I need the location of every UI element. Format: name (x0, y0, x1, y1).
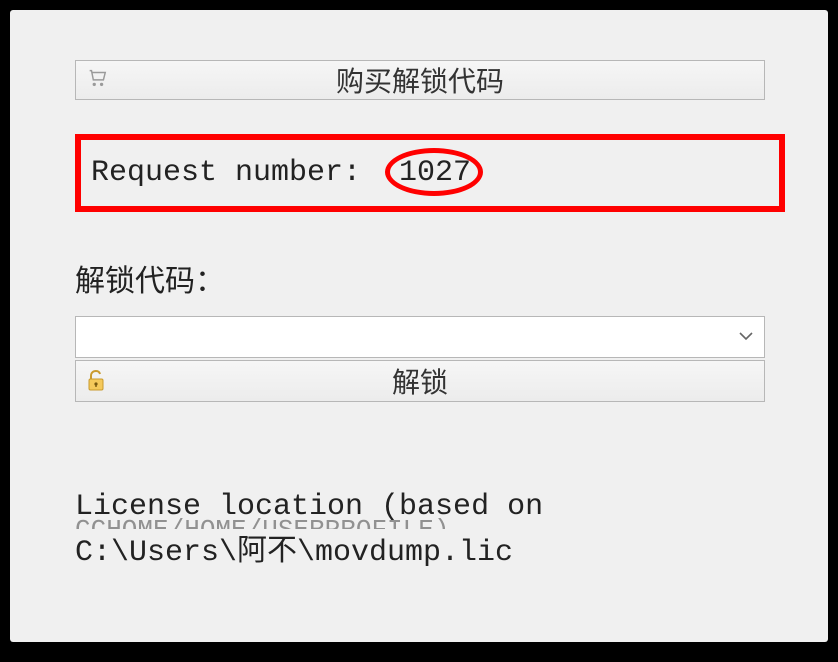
chevron-down-icon (738, 328, 754, 346)
unlock-code-label: 解锁代码： (75, 256, 763, 300)
dialog-window: 购买解锁代码 Request number: 1027 解锁代码： 解锁 Lic… (10, 10, 828, 642)
license-env-truncated: CCHOME/HOME/USERPROFILE) (75, 515, 763, 529)
license-path: C:\Users\阿不\movdump.lic (75, 525, 763, 570)
request-number-wrap: 1027 (399, 156, 471, 190)
unlock-code-dropdown[interactable] (75, 316, 765, 358)
unlock-button[interactable]: 解锁 (75, 360, 765, 402)
buy-unlock-code-button[interactable]: 购买解锁代码 (75, 60, 765, 100)
request-number-highlight-box: Request number: 1027 (75, 134, 785, 212)
buy-button-label: 购买解锁代码 (76, 60, 764, 100)
request-number-label: Request number: (91, 156, 361, 190)
request-number-value: 1027 (399, 156, 471, 190)
unlock-button-label: 解锁 (76, 361, 764, 401)
